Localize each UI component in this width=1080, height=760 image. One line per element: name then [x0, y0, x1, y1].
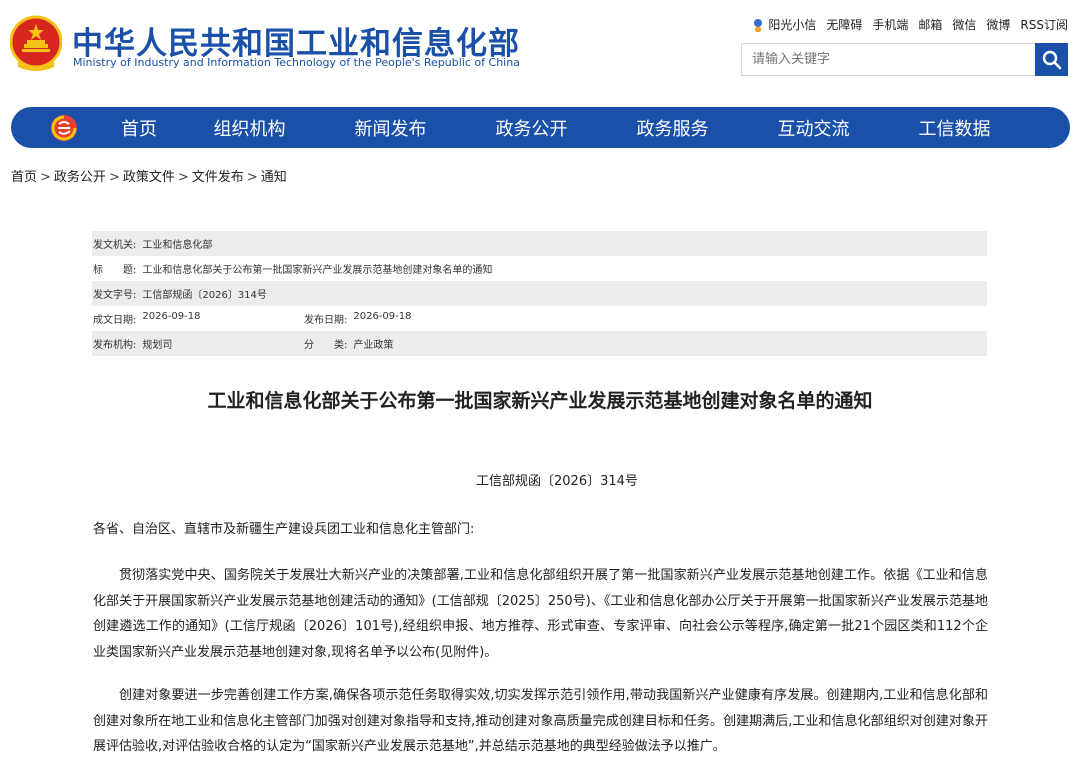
meta-value-category: 产业政策 [353, 340, 394, 351]
breadcrumb-separator: > [40, 170, 51, 185]
top-link-mobile[interactable]: 手机端 [872, 16, 908, 33]
meta-label: 标 题: [93, 265, 137, 276]
breadcrumb-separator: > [177, 170, 189, 185]
breadcrumb-policy[interactable]: 政策文件 [123, 170, 175, 185]
breadcrumb-separator: > [108, 170, 120, 185]
article-paragraph: 贯彻落实党中央、国务院关于发展壮大新兴产业的决策部署,工业和信息化部组织开展了第… [93, 568, 988, 660]
meta-cell-created: 成文日期: 2026-09-18 [93, 311, 304, 326]
search-box [741, 43, 1068, 76]
nav-item-gov-info[interactable]: 政务公开 [461, 115, 602, 141]
top-link-rss[interactable]: RSS订阅 [1020, 16, 1068, 33]
meta-value-title: 工业和信息化部关于公布第一批国家新兴产业发展示范基地创建对象名单的通知 [142, 265, 493, 276]
article-title: 工业和信息化部关于公布第一批国家新兴产业发展示范基地创建对象名单的通知 [207, 390, 873, 412]
search-input[interactable] [742, 44, 1034, 75]
top-link-sunshine[interactable]: 阳光小信 [752, 16, 816, 33]
site-title-en[interactable]: Ministry of Industry and Information Tec… [73, 56, 520, 69]
article-docno: 工信部规函〔2026〕314号 [476, 474, 638, 489]
top-link-label: 阳光小信 [768, 18, 817, 32]
top-links: 阳光小信 无障碍 手机端 邮箱 微信 微博 RSS订阅 [752, 16, 1068, 33]
mascot-icon [754, 18, 763, 32]
breadcrumb: 首页 > 政务公开 > 政策文件 > 文件发布 > 通知 [11, 166, 287, 185]
nav-item-interaction[interactable]: 互动交流 [743, 115, 884, 141]
search-icon [1042, 50, 1061, 69]
meta-label: 分 类: [304, 340, 348, 351]
top-link-wechat[interactable]: 微信 [952, 16, 976, 33]
top-link-mail[interactable]: 邮箱 [918, 16, 942, 33]
meta-row-org: 发布机构: 规划司 分 类: 产业政策 [92, 331, 987, 356]
search-button[interactable] [1035, 43, 1068, 76]
breadcrumb-separator: > [246, 170, 258, 185]
meta-cell-category: 分 类: 产业政策 [304, 336, 393, 351]
nav-item-data[interactable]: 工信数据 [884, 115, 1025, 141]
nav-item-organization[interactable]: 组织机构 [179, 115, 320, 141]
breadcrumb-gov-info[interactable]: 政务公开 [54, 170, 106, 185]
meta-row-docno: 发文字号: 工信部规函〔2026〕314号 [92, 281, 987, 306]
meta-value-published: 2026-09-18 [353, 311, 412, 322]
national-emblem-icon[interactable] [10, 15, 62, 73]
nav-item-home[interactable]: 首页 [99, 115, 179, 141]
meta-value-created: 2026-09-18 [142, 311, 201, 322]
meta-label: 成文日期: [93, 315, 137, 326]
meta-row-title: 标 题: 工业和信息化部关于公布第一批国家新兴产业发展示范基地创建对象名单的通知 [92, 256, 987, 281]
article-paragraph: 创建对象要进一步完善创建工作方案,确保各项示范任务取得实效,切实发挥示范引领作用… [93, 688, 988, 754]
meta-value-issuer: 工业和信息化部 [142, 240, 213, 251]
top-link-weibo[interactable]: 微博 [986, 16, 1010, 33]
meta-row-issuer: 发文机关: 工业和信息化部 [92, 231, 987, 256]
top-link-accessibility[interactable]: 无障碍 [826, 16, 862, 33]
ministry-logo-icon[interactable] [49, 113, 79, 143]
meta-label: 发布日期: [304, 315, 348, 326]
document-meta-table: 发文机关: 工业和信息化部 标 题: 工业和信息化部关于公布第一批国家新兴产业发… [92, 231, 987, 356]
nav-item-gov-services[interactable]: 政务服务 [602, 115, 743, 141]
site-header: 中华人民共和国工业和信息化部 Ministry of Industry and … [0, 0, 1080, 100]
meta-label: 发文机关: [93, 240, 137, 251]
meta-row-dates: 成文日期: 2026-09-18 发布日期: 2026-09-18 [92, 306, 987, 331]
meta-cell-org: 发布机构: 规划司 [93, 336, 304, 351]
breadcrumb-notice[interactable]: 通知 [261, 170, 287, 185]
meta-value-docno: 工信部规函〔2026〕314号 [142, 290, 267, 301]
main-nav: 首页 组织机构 新闻发布 政务公开 政务服务 互动交流 工信数据 [11, 107, 1070, 148]
breadcrumb-home[interactable]: 首页 [11, 170, 37, 185]
meta-cell-published: 发布日期: 2026-09-18 [304, 311, 412, 326]
nav-item-news[interactable]: 新闻发布 [320, 115, 461, 141]
meta-value-org: 规划司 [142, 340, 173, 351]
breadcrumb-release[interactable]: 文件发布 [192, 170, 244, 185]
meta-label: 发布机构: [93, 340, 137, 351]
article-salutation: 各省、自治区、直辖市及新疆生产建设兵团工业和信息化主管部门: [93, 522, 475, 537]
meta-label: 发文字号: [93, 290, 137, 301]
